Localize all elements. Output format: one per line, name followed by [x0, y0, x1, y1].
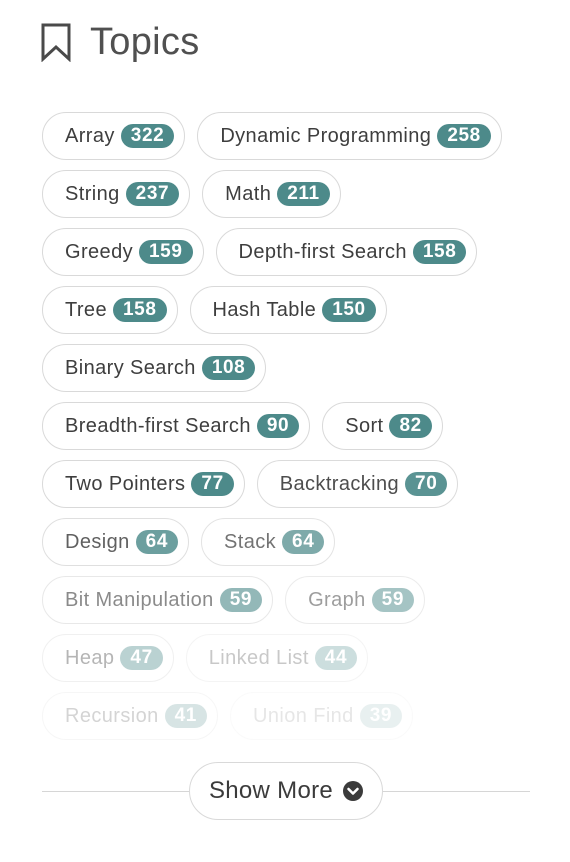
- topic-tag[interactable]: Recursion 41: [42, 692, 218, 740]
- topic-tag-name: Union Find: [252, 704, 354, 727]
- topic-count-badge: 59: [371, 588, 414, 612]
- topic-tag[interactable]: Array 322: [42, 112, 186, 160]
- topic-row: Array 322 Dynamic Programming 258: [42, 112, 542, 160]
- topic-tag[interactable]: Design 64: [42, 518, 189, 566]
- topics-header: Topics: [40, 20, 200, 64]
- topic-row: Two Pointers 77 Backtracking 70: [42, 460, 542, 508]
- topic-count-badge: 44: [314, 646, 358, 670]
- topic-row: Binary Search 108: [42, 344, 542, 392]
- topic-row: Recursion 41 Union Find 39: [42, 692, 542, 740]
- topic-tag-name: Hash Table: [212, 298, 317, 321]
- show-more-button[interactable]: Show More: [189, 762, 383, 820]
- topic-tag-name: Graph: [308, 588, 366, 611]
- topic-count-badge: 158: [412, 240, 467, 264]
- topic-tag[interactable]: Greedy 159: [42, 228, 204, 276]
- topic-tag-name: Two Pointers: [65, 472, 186, 495]
- topic-tag-name: Sort: [345, 414, 384, 437]
- topic-tag-name: Stack: [224, 530, 277, 553]
- topic-count-badge: 150: [322, 298, 376, 322]
- topic-count-badge: 90: [256, 414, 300, 438]
- topic-count-badge: 64: [282, 530, 325, 554]
- topic-tag[interactable]: Binary Search 108: [42, 344, 267, 392]
- topic-row: Tree 158 Hash Table 150: [42, 286, 542, 334]
- topic-row: Bit Manipulation 59 Graph 59: [42, 576, 542, 624]
- bookmark-icon: [41, 23, 71, 62]
- topic-count-badge: 41: [164, 704, 207, 728]
- topic-tag-name: Dynamic Programming: [220, 124, 432, 147]
- topic-tag[interactable]: Hash Table 150: [189, 286, 387, 334]
- topics-title: Topics: [90, 20, 200, 63]
- topic-row: Breadth-first Search 90 Sort 82: [42, 402, 542, 450]
- topic-count-badge: 322: [120, 124, 175, 148]
- topic-tag[interactable]: Backtracking 70: [256, 460, 459, 508]
- topic-tag-name: Depth-first Search: [238, 240, 407, 263]
- topic-tag[interactable]: Graph 59: [285, 576, 425, 624]
- topic-count-badge: 82: [389, 414, 432, 438]
- topic-tag-name: Tree: [65, 298, 107, 321]
- topic-tag-name: Breadth-first Search: [65, 414, 251, 437]
- topic-count-badge: 47: [120, 646, 163, 670]
- topic-count-badge: 159: [139, 240, 193, 264]
- topic-tag-name: String: [65, 182, 120, 205]
- topic-tag[interactable]: Linked List 44: [185, 634, 369, 682]
- show-more-label: Show More: [208, 777, 334, 804]
- topic-tag-name: Binary Search: [65, 356, 196, 379]
- topic-tag-name: Backtracking: [279, 472, 400, 495]
- topic-count-badge: 39: [359, 704, 403, 728]
- topic-tag[interactable]: Breadth-first Search 90: [42, 402, 311, 450]
- topic-tag[interactable]: String 237: [42, 170, 191, 218]
- topic-tag[interactable]: Sort 82: [322, 402, 443, 450]
- topic-count-badge: 237: [125, 182, 180, 206]
- show-more-section: Show More: [42, 762, 530, 820]
- topic-tag-name: Greedy: [65, 240, 133, 263]
- topic-tag[interactable]: Tree 158: [42, 286, 178, 334]
- topic-tag[interactable]: Dynamic Programming 258: [197, 112, 502, 160]
- topic-tag-name: Design: [65, 530, 130, 553]
- topic-tag[interactable]: Math 211: [202, 170, 341, 218]
- topic-tag[interactable]: Stack 64: [201, 518, 336, 566]
- topic-tag-name: Array: [65, 124, 115, 147]
- topic-tag-name: Math: [225, 182, 272, 205]
- topic-tag[interactable]: Bit Manipulation 59: [42, 576, 274, 624]
- topic-count-badge: 158: [112, 298, 167, 322]
- topic-tag-name: Recursion: [65, 704, 159, 727]
- topic-row: Design 64 Stack 64: [42, 518, 542, 566]
- topic-row: Heap 47 Linked List 44: [42, 634, 542, 682]
- topic-tag-name: Bit Manipulation: [65, 588, 214, 611]
- topic-tag[interactable]: Heap 47: [42, 634, 174, 682]
- topic-count-badge: 211: [277, 182, 330, 206]
- topic-count-badge: 64: [135, 530, 178, 554]
- chevron-down-circle-icon: [343, 781, 364, 801]
- topic-tag-list: Array 322 Dynamic Programming 258 String 237 M…: [42, 112, 542, 750]
- topic-tag[interactable]: Depth-first Search 158: [215, 228, 478, 276]
- topic-count-badge: 258: [437, 124, 491, 148]
- topic-tag[interactable]: Two Pointers 77: [42, 460, 245, 508]
- topic-count-badge: 108: [201, 356, 256, 380]
- topic-tag[interactable]: Union Find 39: [229, 692, 414, 740]
- topic-row: Greedy 159 Depth-first Search 158: [42, 228, 542, 276]
- topic-count-badge: 59: [219, 588, 263, 612]
- topic-row: String 237 Math 211: [42, 170, 542, 218]
- topic-tag-name: Linked List: [208, 646, 309, 669]
- topic-tag-name: Heap: [65, 646, 115, 669]
- topic-count-badge: 70: [405, 472, 448, 496]
- topic-count-badge: 77: [191, 472, 234, 496]
